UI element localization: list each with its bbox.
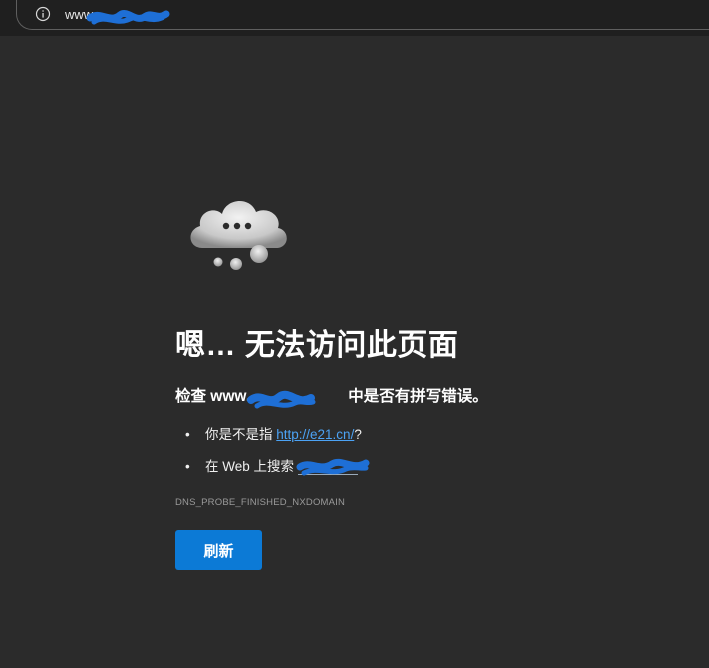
bullet: • xyxy=(185,427,190,442)
redacted-domain xyxy=(250,390,348,404)
list-item-did-you-mean: • 你是不是指 http://e21.cn/? xyxy=(175,424,362,456)
info-icon[interactable] xyxy=(35,6,51,22)
list-item-web-search: • 在 Web 上搜索 xyxy=(175,456,362,488)
error-code: DNS_PROBE_FINISHED_NXDOMAIN xyxy=(175,497,346,508)
suggestion-list: • 你是不是指 http://e21.cn/? • 在 Web 上搜索 xyxy=(175,424,362,488)
refresh-button[interactable]: 刷新 xyxy=(175,530,262,570)
cloud-icon xyxy=(184,190,294,274)
spelling-check-message: 检查 www. 中是否有拼写错误。 xyxy=(175,386,488,408)
address-url-text[interactable]: www. xyxy=(65,6,96,23)
page-title: 嗯… 无法访问此页面 xyxy=(175,329,459,362)
did-you-mean-prefix: 你是不是指 xyxy=(205,427,277,442)
browser-top-strip: www. xyxy=(0,0,709,36)
web-search-link[interactable] xyxy=(297,460,358,475)
web-search-prefix: 在 Web 上搜索 xyxy=(205,459,298,474)
suggested-url-link[interactable]: http://e21.cn/ xyxy=(276,427,354,442)
bullet: • xyxy=(185,459,190,474)
address-bar[interactable]: www. xyxy=(16,0,709,30)
did-you-mean-suffix: ? xyxy=(354,427,362,442)
check-suffix: 中是否有拼写错误。 xyxy=(348,388,488,405)
check-prefix: 检查 www. xyxy=(175,388,251,405)
